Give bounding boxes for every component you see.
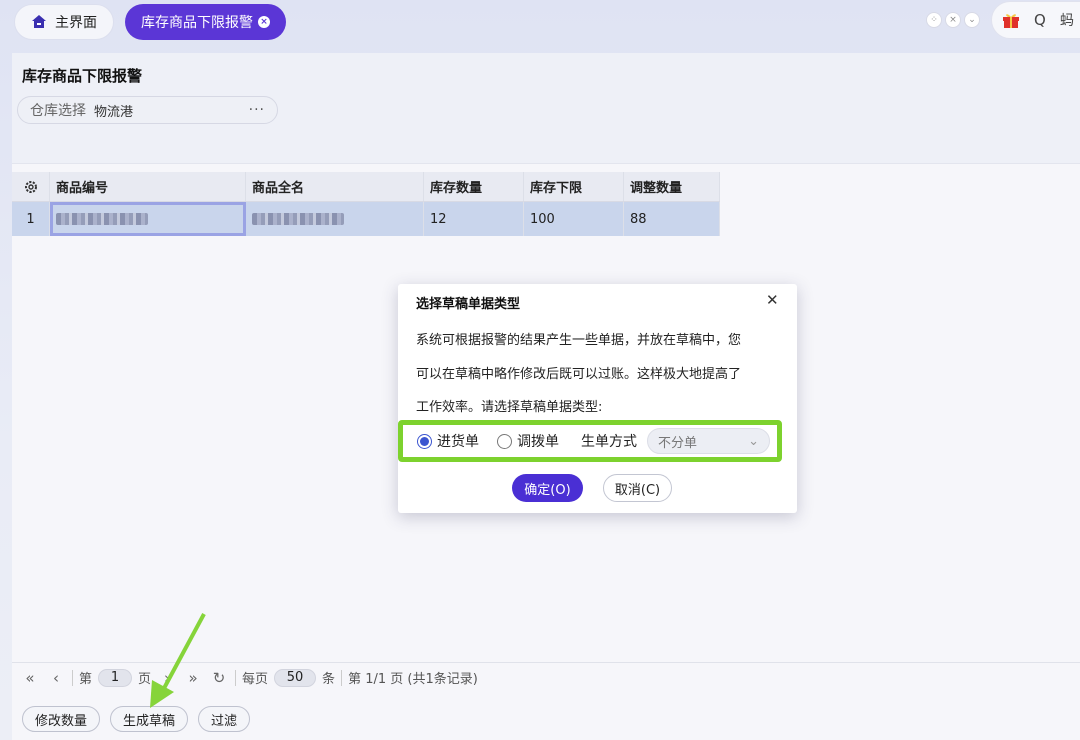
panel-header: 库存商品下限报警 仓库选择 物流港 ···: [12, 53, 1080, 164]
dialog-buttons: 确定(O) 取消(C): [512, 474, 672, 502]
column-header-code[interactable]: 商品编号: [50, 172, 246, 201]
per-page-prefix: 每页: [242, 672, 269, 687]
mode-select[interactable]: 不分单 ⌄: [647, 428, 770, 454]
cancel-button[interactable]: 取消(C): [603, 474, 672, 502]
close-icon[interactable]: ✕: [766, 291, 779, 309]
warehouse-value: 物流港: [94, 104, 134, 120]
table-header: 商品编号 商品全名 库存数量 库存下限 调整数量: [12, 172, 720, 202]
close-all-icon[interactable]: ×: [945, 12, 961, 28]
radio-purchase[interactable]: [417, 433, 432, 449]
radio-purchase-label[interactable]: 进货单: [437, 431, 479, 451]
home-icon: [32, 15, 46, 28]
gift-icon[interactable]: [1002, 12, 1020, 28]
per-page-suffix: 条: [322, 672, 336, 687]
alert-table: 商品编号 商品全名 库存数量 库存下限 调整数量 1 12 100 88: [12, 172, 720, 236]
cell-lower-limit[interactable]: 100: [524, 202, 624, 236]
row-index: 1: [12, 202, 50, 236]
page-summary: 第 1/1 页 (共1条记录): [348, 672, 478, 687]
prev-page-icon[interactable]: ‹: [46, 669, 66, 687]
redacted-text: [252, 213, 344, 225]
radio-transfer[interactable]: [497, 433, 512, 449]
column-header-lower-limit[interactable]: 库存下限: [524, 172, 624, 201]
chevron-down-icon[interactable]: ⌄: [964, 12, 980, 28]
column-header-adjust[interactable]: 调整数量: [624, 172, 720, 201]
mode-value: 不分单: [658, 435, 698, 451]
page-suffix: 页: [138, 672, 152, 687]
tab-home[interactable]: 主界面: [14, 4, 114, 40]
page-number-input[interactable]: 1: [98, 668, 133, 687]
generate-draft-button[interactable]: 生成草稿: [110, 706, 189, 732]
last-page-icon[interactable]: »: [183, 669, 203, 687]
refresh-icon[interactable]: ↻: [209, 669, 229, 687]
draft-type-dialog: 选择草稿单据类型 ✕ 系统可根据报警的结果产生一些单据，并放在草稿中，您 可以在…: [398, 284, 797, 513]
next-page-icon[interactable]: ›: [157, 669, 177, 687]
settings-gear-icon[interactable]: [12, 172, 50, 201]
edit-quantity-button[interactable]: 修改数量: [22, 706, 101, 732]
radio-transfer-label[interactable]: 调拨单: [517, 431, 559, 451]
tab-stock-alert-label: 库存商品下限报警: [141, 15, 253, 31]
cell-product-code[interactable]: [50, 202, 246, 236]
dialog-title: 选择草稿单据类型: [416, 297, 521, 312]
search-icon[interactable]: Q: [1034, 11, 1046, 29]
gear-icon: [24, 180, 37, 193]
dialog-message-line: 系统可根据报警的结果产生一些单据，并放在草稿中，您: [416, 333, 742, 348]
action-bar: 修改数量 生成草稿 过滤: [22, 706, 251, 732]
divider: [341, 669, 343, 686]
table-row[interactable]: 1 12 100 88: [12, 202, 720, 236]
cell-adjust[interactable]: 88: [624, 202, 720, 236]
more-icon[interactable]: ···: [249, 102, 265, 118]
cell-product-name[interactable]: [246, 202, 424, 236]
tab-home-label: 主界面: [55, 15, 97, 31]
dialog-message-line: 可以在草稿中略作修改后既可以过账。这样极大地提高了: [416, 366, 742, 382]
close-icon[interactable]: ×: [258, 16, 270, 28]
column-header-name[interactable]: 商品全名: [246, 172, 424, 201]
page-title: 库存商品下限报警: [22, 67, 143, 85]
filter-button[interactable]: 过滤: [198, 706, 251, 732]
redacted-text: [56, 213, 148, 225]
page-prefix: 第: [79, 672, 93, 687]
chevron-down-icon: ⌄: [748, 433, 759, 449]
toolbar-pill: Q 蚂: [991, 1, 1080, 39]
tab-stock-alert[interactable]: 库存商品下限报警 ×: [125, 4, 286, 40]
column-header-stock[interactable]: 库存数量: [424, 172, 524, 201]
cell-stock[interactable]: 12: [424, 202, 524, 236]
restore-icon[interactable]: ⁘: [926, 12, 942, 28]
first-page-icon[interactable]: «: [20, 669, 40, 687]
confirm-button[interactable]: 确定(O): [512, 474, 583, 502]
pagination: « ‹ 第 1 页 › » ↻ 每页 50 条 第 1/1 页 (共1条记录): [12, 662, 1080, 692]
warehouse-select[interactable]: 仓库选择 物流港 ···: [17, 96, 278, 124]
window-controls: ⁘ × ⌄: [926, 12, 980, 28]
warehouse-label: 仓库选择: [30, 103, 86, 119]
divider: [72, 669, 73, 686]
top-bar: 主界面 库存商品下限报警 × ⁘ × ⌄ Q 蚂: [0, 0, 1080, 46]
dialog-message: 系统可根据报警的结果产生一些单据，并放在草稿中，您 可以在草稿中略作修改后既可以…: [416, 324, 786, 425]
mode-label: 生单方式: [581, 434, 637, 450]
divider: [235, 669, 237, 686]
draft-type-options: 进货单 调拨单 生单方式 不分单 ⌄: [398, 420, 782, 462]
app-name-partial: 蚂: [1059, 13, 1074, 29]
per-page-input[interactable]: 50: [274, 668, 317, 687]
